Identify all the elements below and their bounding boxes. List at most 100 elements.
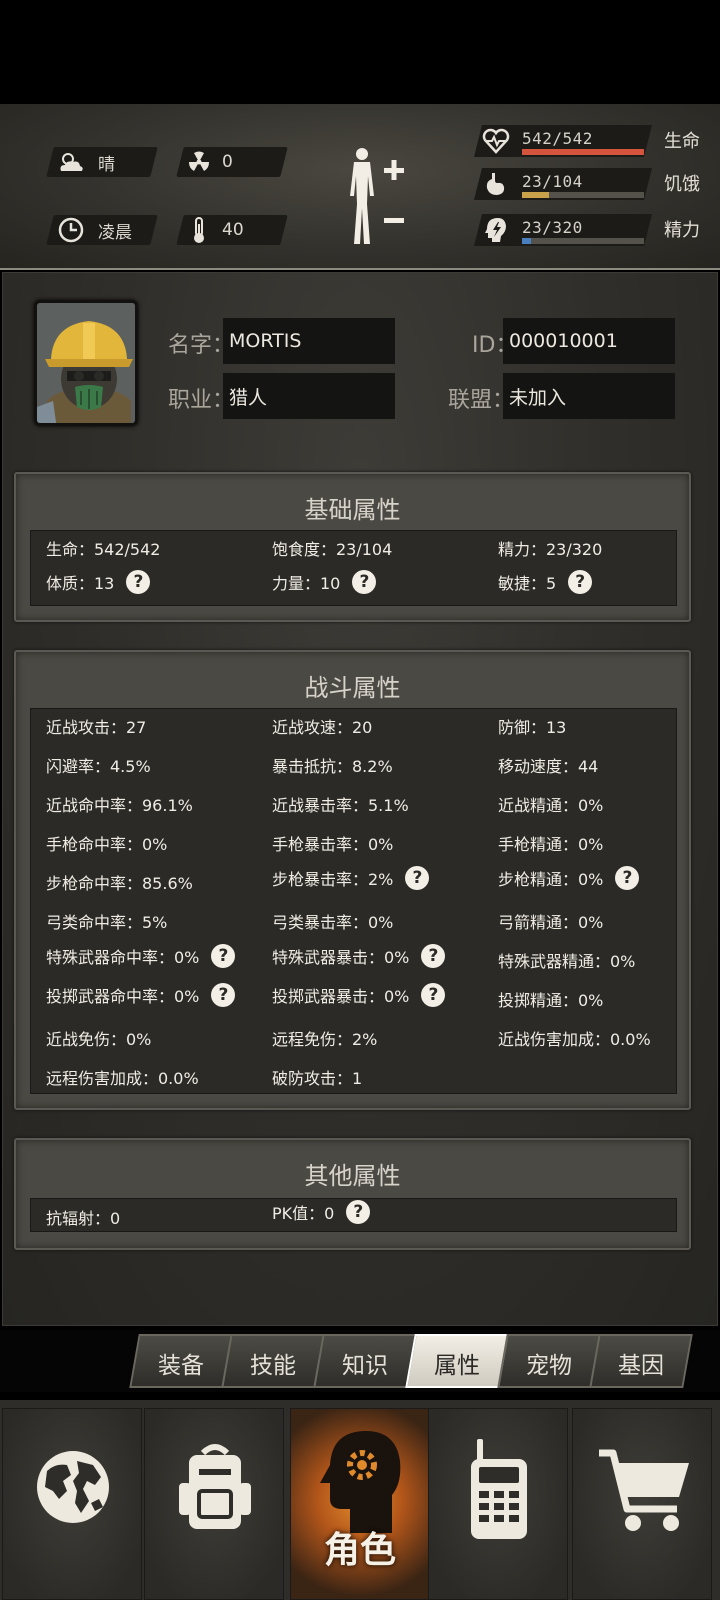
alliance-value: 未加入 [509, 386, 567, 409]
character-tabs: 装备 技能 知识 属性 宠物 基因 [0, 1330, 720, 1392]
vital-energy: 23/320 精力 [474, 214, 710, 246]
nav-backpack-button[interactable] [144, 1408, 284, 1600]
attr-pk-value: PK值：0? [272, 1200, 371, 1224]
energy-label: 精力 [664, 220, 700, 241]
bottom-navigation: 角色 [0, 1400, 720, 1600]
job-value: 猎人 [229, 386, 268, 409]
attr-dodge: 闪避率：4.5% [46, 757, 151, 776]
other-attributes-section: 其他属性 [14, 1138, 691, 1250]
nav-character-button[interactable]: 角色 [290, 1408, 430, 1600]
help-icon[interactable]: ? [352, 570, 377, 594]
walkie-talkie-icon [471, 1439, 527, 1539]
help-icon[interactable]: ? [421, 983, 446, 1007]
attr-crit-resist: 暴击抵抗：8.2% [272, 757, 393, 776]
other-attributes-title: 其他属性 [304, 1162, 401, 1190]
attr-bow-mastery: 弓箭精通：0% [498, 913, 604, 932]
attr-rifle-mastery: 步枪精通：0%? [498, 866, 640, 890]
attr-special-mastery: 特殊武器精通：0% [498, 952, 636, 971]
attr-strength: 力量：10? [272, 570, 377, 594]
attr-melee-attack: 近战攻击：27 [46, 718, 147, 737]
weather-chip: 晴 [56, 147, 115, 177]
name-value: MORTIS [229, 330, 302, 352]
tab-attributes-label: 属性 [434, 1353, 480, 1379]
combat-attributes-title: 战斗属性 [304, 674, 401, 702]
radiation-icon [184, 147, 214, 177]
temperature-chip: 40 [184, 215, 244, 245]
nav-radio-button[interactable] [428, 1408, 568, 1600]
hunger-label: 饥饿 [664, 174, 700, 195]
backpack-icon [179, 1444, 251, 1529]
radiation-value: 0 [222, 152, 233, 172]
body-status-button[interactable] [346, 146, 416, 250]
vital-hunger: 23/104 饥饿 [474, 168, 710, 200]
head-lightning-icon [485, 218, 506, 242]
thermometer-icon [184, 215, 214, 245]
help-icon[interactable]: ? [211, 944, 236, 968]
attr-special-hit: 特殊武器命中率：0%? [46, 944, 236, 968]
shopping-cart-icon [599, 1449, 689, 1531]
cloud-sun-icon [56, 147, 86, 177]
name-field: MORTIS [223, 318, 395, 364]
alliance-field: 未加入 [503, 373, 675, 419]
attr-agility: 敏捷：5? [498, 570, 593, 594]
help-icon[interactable]: ? [211, 983, 236, 1007]
time-value: 凌晨 [98, 222, 132, 243]
tab-genes-label: 基因 [618, 1353, 664, 1379]
nav-world-button[interactable] [2, 1408, 142, 1600]
attr-energy: 精力：23/320 [498, 540, 603, 559]
attr-ranged-dmg-reduction: 远程免伤：2% [272, 1030, 378, 1049]
attr-pistol-hit: 手枪命中率：0% [46, 835, 168, 854]
attr-rifle-crit: 步枪暴击率：2%? [272, 866, 430, 890]
attr-move-speed: 移动速度：44 [498, 757, 599, 776]
attr-health: 生命：542/542 [46, 540, 161, 559]
help-icon[interactable]: ? [405, 866, 430, 890]
temperature-value: 40 [222, 220, 244, 240]
attr-special-crit: 特殊武器暴击：0%? [272, 944, 446, 968]
attr-melee-speed: 近战攻速：20 [272, 718, 373, 737]
avatar[interactable] [34, 300, 138, 426]
time-chip: 凌晨 [56, 215, 132, 245]
attr-pistol-crit: 手枪暴击率：0% [272, 835, 394, 854]
tab-equipment-label: 装备 [158, 1353, 204, 1379]
job-field: 猎人 [223, 373, 395, 419]
vital-health: 542/542 生命 [474, 125, 710, 157]
help-icon[interactable]: ? [615, 866, 640, 890]
energy-value: 23/320 [522, 218, 583, 237]
help-icon[interactable]: ? [421, 944, 446, 968]
attr-melee-dmg-bonus: 近战伤害加成：0.0% [498, 1030, 651, 1049]
weather-value: 晴 [98, 154, 115, 175]
attr-pistol-mastery: 手枪精通：0% [498, 835, 604, 854]
hunger-bar [522, 192, 549, 198]
clock-icon [56, 215, 86, 245]
tab-pets-label: 宠物 [526, 1353, 572, 1379]
stomach-icon [486, 173, 505, 195]
help-icon[interactable]: ? [346, 1200, 371, 1224]
energy-bar [522, 238, 531, 244]
tab-skills-label: 技能 [250, 1353, 296, 1379]
head-gear-icon [320, 1431, 401, 1533]
attr-ranged-dmg-bonus: 远程伤害加成：0.0% [46, 1069, 199, 1088]
globe-icon [37, 1451, 109, 1523]
attr-bow-crit: 弓类暴击率：0% [272, 913, 394, 932]
attr-satiety: 饱食度：23/104 [272, 540, 393, 559]
help-icon[interactable]: ? [126, 570, 151, 594]
nav-shop-button[interactable] [572, 1408, 712, 1600]
radiation-chip: 0 [184, 147, 233, 177]
avatar-portrait-icon [37, 303, 135, 423]
basic-attributes-title: 基础属性 [304, 496, 401, 524]
attr-melee-mastery: 近战精通：0% [498, 796, 604, 815]
attr-throw-mastery: 投掷精通：0% [498, 991, 604, 1010]
attr-constitution: 体质：13? [46, 570, 151, 594]
attr-melee-dmg-reduction: 近战免伤：0% [46, 1030, 152, 1049]
health-value: 542/542 [522, 129, 593, 148]
id-field: 000010001 [503, 318, 675, 364]
help-icon[interactable]: ? [568, 570, 593, 594]
attr-defense: 防御：13 [498, 718, 567, 737]
attr-bow-hit: 弓类命中率：5% [46, 913, 168, 932]
attr-melee-crit: 近战暴击率：5.1% [272, 796, 409, 815]
tab-knowledge-label: 知识 [342, 1353, 388, 1379]
id-value: 000010001 [509, 330, 618, 352]
attr-armor-break: 破防攻击：1 [272, 1069, 363, 1088]
attr-melee-hit: 近战命中率：96.1% [46, 796, 193, 815]
health-label: 生命 [664, 131, 700, 152]
